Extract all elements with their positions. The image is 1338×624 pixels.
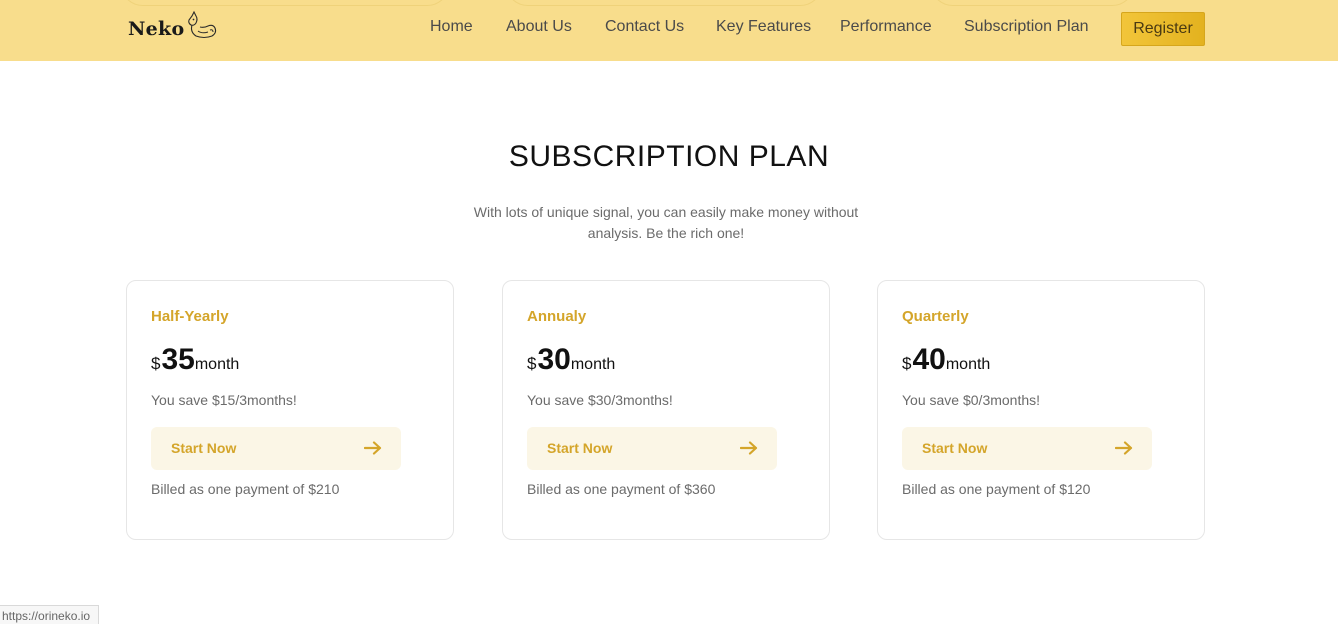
nav-key-features[interactable]: Key Features <box>716 18 811 36</box>
nav-performance[interactable]: Performance <box>840 18 932 36</box>
nav-home[interactable]: Home <box>430 18 473 36</box>
plan-price: $ 35 month <box>151 343 239 377</box>
status-bar-url: https://orineko.io <box>0 605 100 624</box>
plan-name: Annualy <box>527 308 587 325</box>
nav-contact-us[interactable]: Contact Us <box>605 18 684 36</box>
plan-card-annualy: Annualy $ 30 month You save $30/3months!… <box>502 280 830 540</box>
price-currency: $ <box>527 354 537 373</box>
plan-name: Half-Yearly <box>151 308 229 325</box>
price-amount: 40 <box>912 343 946 376</box>
plan-billing: Billed as one payment of $360 <box>527 481 716 497</box>
plan-card-half-yearly: Half-Yearly $ 35 month You save $15/3mon… <box>126 280 454 540</box>
arrow-right-icon <box>739 441 758 460</box>
plan-savings: You save $15/3months! <box>151 392 297 408</box>
price-amount: 35 <box>161 343 195 376</box>
register-button[interactable]: Register <box>1121 12 1205 46</box>
price-currency: $ <box>902 354 912 373</box>
logo[interactable]: Neko <box>128 10 218 46</box>
start-now-button[interactable]: Start Now <box>527 427 777 470</box>
price-unit: month <box>945 356 991 373</box>
plan-billing: Billed as one payment of $120 <box>902 481 1091 497</box>
price-amount: 30 <box>537 343 571 376</box>
plan-card-quarterly: Quarterly $ 40 month You save $0/3months… <box>877 280 1205 540</box>
plan-price: $ 30 month <box>527 343 615 377</box>
arrow-right-icon <box>363 441 382 460</box>
plan-name: Quarterly <box>902 308 969 325</box>
arrow-right-icon <box>1114 441 1133 460</box>
start-now-label: Start Now <box>922 440 988 456</box>
start-now-label: Start Now <box>171 440 237 456</box>
header-decoration <box>505 0 823 6</box>
start-now-label: Start Now <box>547 440 613 456</box>
header-decoration <box>120 0 450 6</box>
plan-billing: Billed as one payment of $210 <box>151 481 340 497</box>
price-unit: month <box>194 356 240 373</box>
plan-price: $ 40 month <box>902 343 990 377</box>
plan-savings: You save $30/3months! <box>527 392 673 408</box>
plan-savings: You save $0/3months! <box>902 392 1041 408</box>
cat-logo-icon <box>186 10 218 45</box>
nav-subscription-plan[interactable]: Subscription Plan <box>964 18 1089 36</box>
price-unit: month <box>570 356 616 373</box>
section-title: SUBSCRIPTION PLAN <box>508 140 830 173</box>
start-now-button[interactable]: Start Now <box>902 427 1152 470</box>
site-header: Neko Home About Us Contact Us Key Featur… <box>0 0 1338 61</box>
price-currency: $ <box>151 354 161 373</box>
section-subtitle: With lots of unique signal, you can easi… <box>473 204 859 241</box>
header-decoration <box>930 0 1135 6</box>
logo-text: Neko <box>128 18 185 40</box>
nav-about-us[interactable]: About Us <box>506 18 572 36</box>
start-now-button[interactable]: Start Now <box>151 427 401 470</box>
